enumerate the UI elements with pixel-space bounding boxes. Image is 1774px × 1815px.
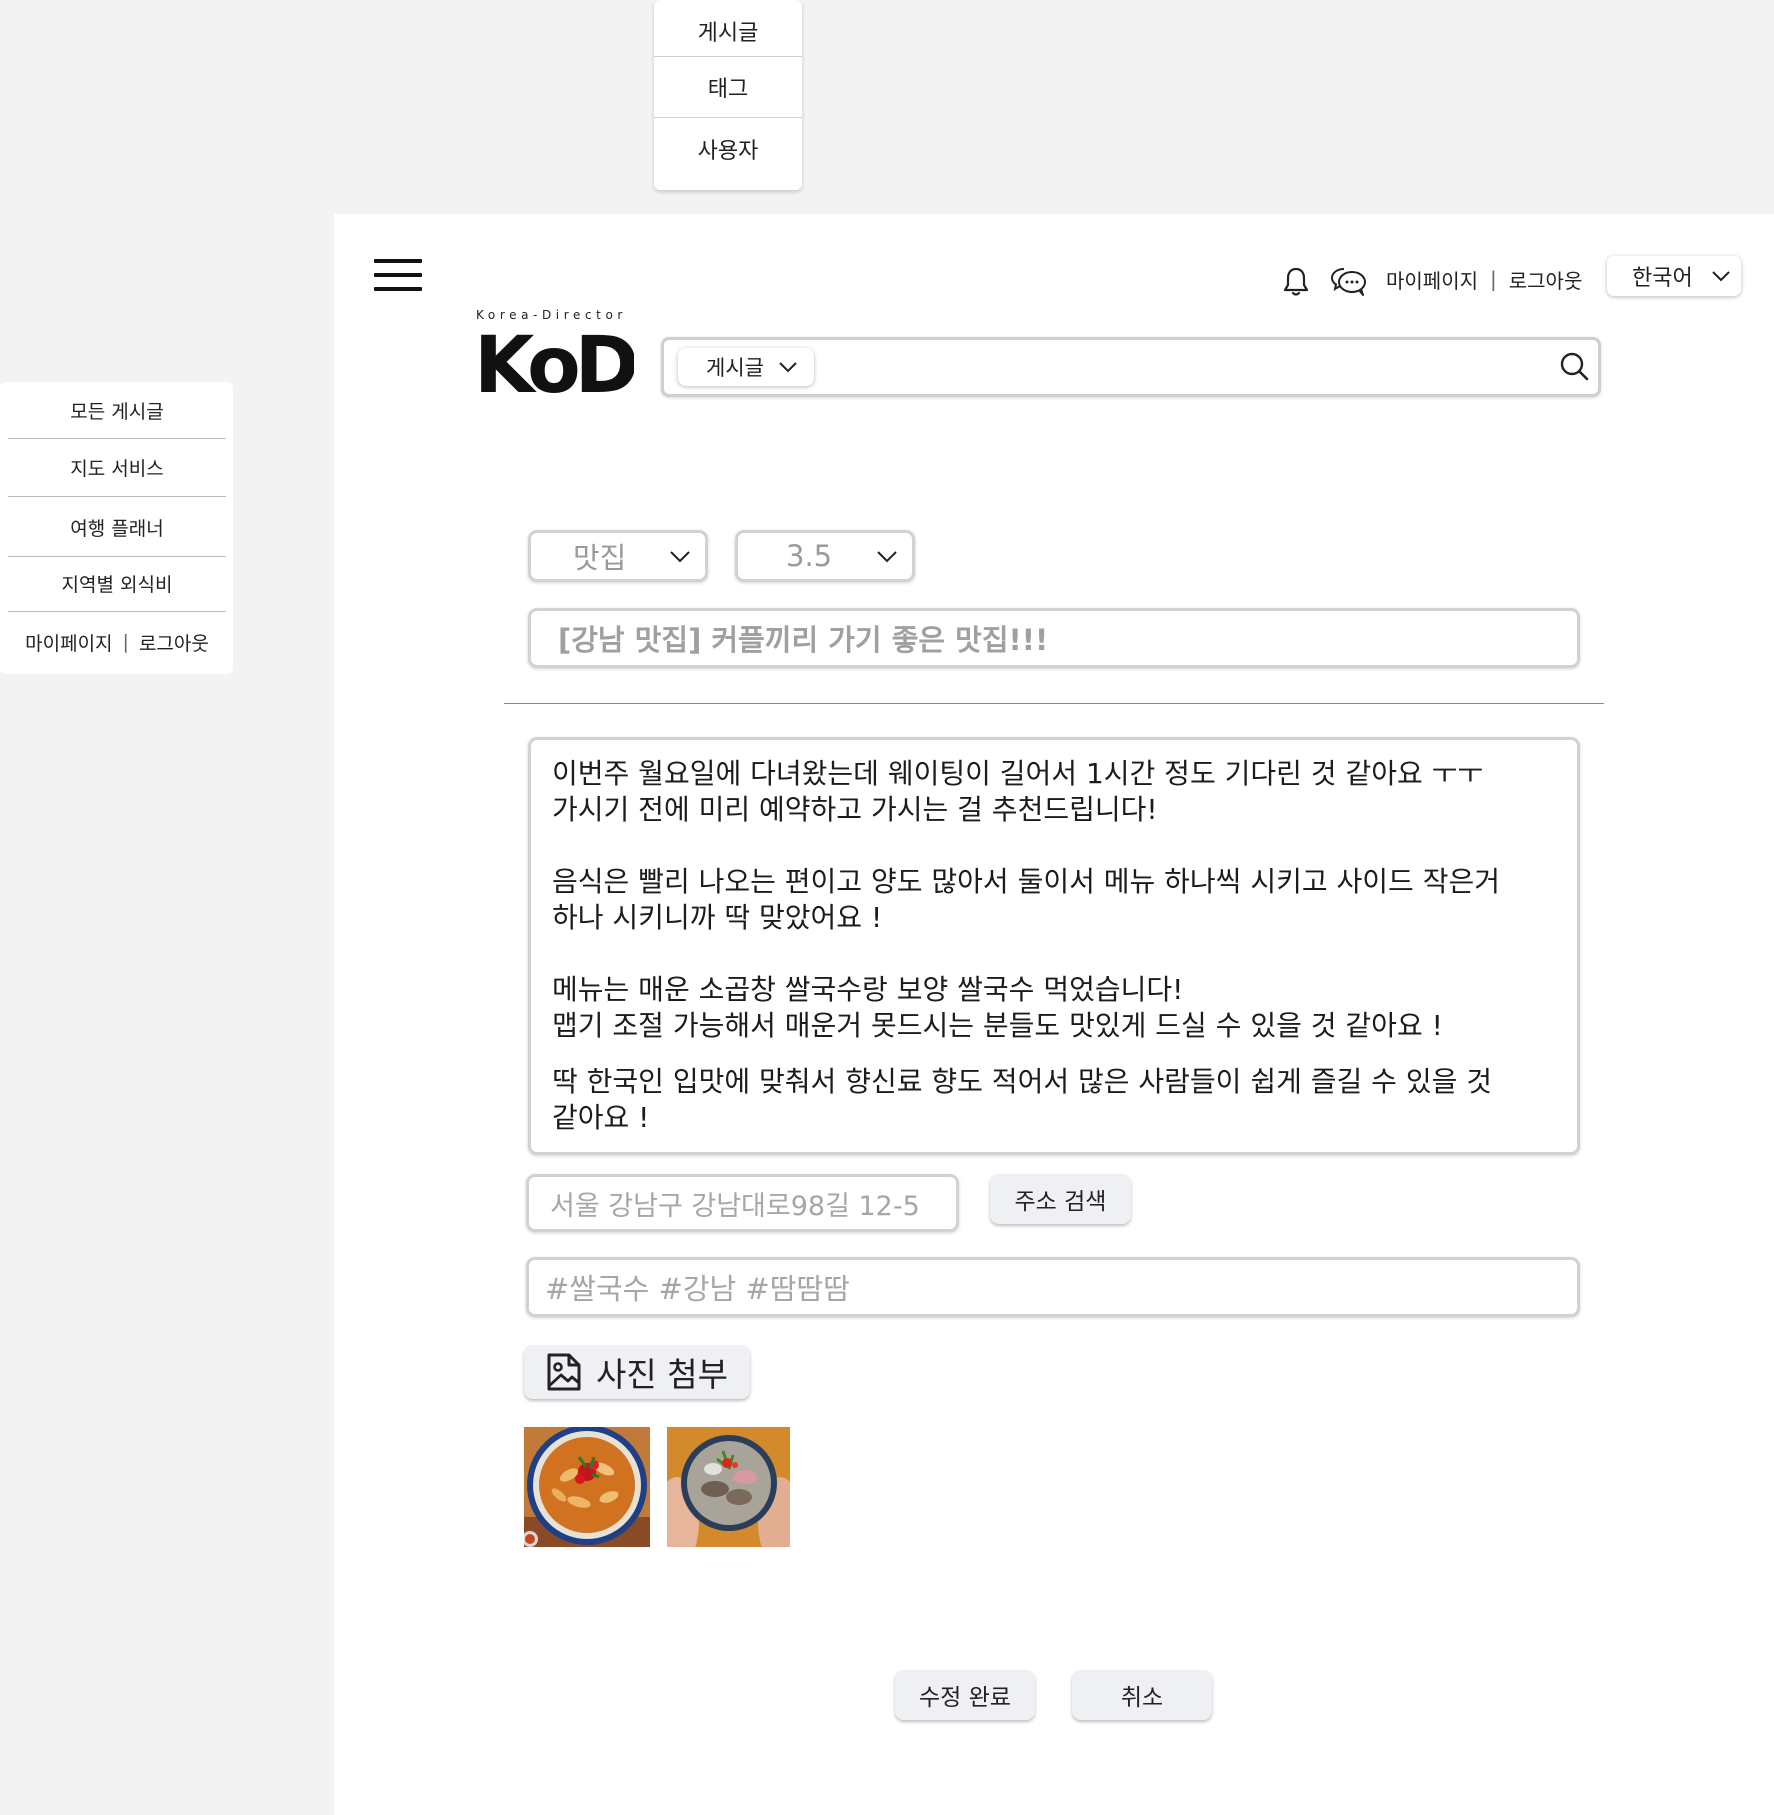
header-separator: |: [1490, 267, 1497, 291]
rating-select[interactable]: 3.5: [735, 530, 915, 582]
save-button[interactable]: 수정 완료: [895, 1670, 1035, 1720]
side-mypage-link[interactable]: 마이페이지: [25, 629, 112, 656]
logo-wordmark: KoDi: [474, 321, 634, 411]
side-menu: 모든 게시글 지도 서비스 여행 플래너 지역별 외식비 마이페이지 | 로그아…: [0, 382, 233, 674]
image-file-icon: [547, 1353, 581, 1391]
side-item-map-service[interactable]: 지도 서비스: [8, 439, 226, 495]
chat-icon[interactable]: [1330, 266, 1368, 298]
spicy-noodle-dish-image: [524, 1427, 650, 1547]
content-line: 같아요 !: [552, 1101, 650, 1134]
logo-text: KoDi: [474, 321, 634, 411]
main-panel: 마이페이지 | 로그아웃 한국어 Korea-Director KoDi 게시글…: [334, 214, 1774, 1815]
category-select-value: 맛집: [573, 541, 627, 575]
form-divider: [504, 703, 1604, 704]
content-line: 딱 한국인 입맛에 맞춰서 향신료 향도 적어서 많은 사람들이 쉽게 즐길 수…: [552, 1065, 1493, 1098]
side-item-travel-planner[interactable]: 여행 플래너: [8, 499, 226, 555]
side-divider: [8, 611, 226, 612]
language-select-value: 한국어: [1632, 266, 1693, 291]
search-bar: 게시글: [661, 337, 1601, 397]
side-divider: [8, 496, 226, 497]
category-select[interactable]: 맛집: [528, 530, 708, 582]
side-separator: |: [122, 631, 129, 653]
beef-noodle-soup-image: [667, 1427, 790, 1547]
rating-select-value: 3.5: [786, 539, 833, 573]
search-input[interactable]: [824, 348, 1524, 386]
chevron-down-icon: [779, 362, 797, 373]
title-input[interactable]: [강남 맛집] 커플끼리 가기 좋은 맛집!!!: [528, 608, 1580, 668]
search-type-option-tags[interactable]: 태그: [654, 57, 802, 118]
side-account-links: 마이페이지 | 로그아웃: [8, 614, 226, 670]
header-mypage-link[interactable]: 마이페이지: [1386, 265, 1478, 294]
photo-thumbnail[interactable]: [667, 1427, 790, 1547]
header-account-links: 마이페이지 | 로그아웃: [1386, 264, 1582, 294]
content-line: 음식은 빨리 나오는 편이고 양도 많아서 둘이서 메뉴 하나씩 시키고 사이드…: [552, 865, 1500, 898]
chevron-down-icon: [877, 550, 897, 562]
content-line: 이번주 월요일에 다녀왔는데 웨이팅이 길어서 1시간 정도 기다린 것 같아요…: [552, 757, 1484, 790]
side-logout-link[interactable]: 로그아웃: [139, 629, 209, 656]
search-type-menu: 게시글 태그 사용자: [654, 0, 802, 190]
search-type-value: 게시글: [706, 356, 764, 380]
content-textarea[interactable]: 이번주 월요일에 다녀왔는데 웨이팅이 길어서 1시간 정도 기다린 것 같아요…: [528, 737, 1580, 1155]
address-input[interactable]: 서울 강남구 강남대로98길 12-5: [526, 1174, 959, 1232]
content-line: 하나 시키니까 딱 맞았어요 !: [552, 901, 883, 934]
kodi-logo[interactable]: Korea-Director KoDi: [474, 308, 634, 428]
attach-photo-button[interactable]: 사진 첨부: [524, 1345, 750, 1399]
chevron-down-icon: [670, 550, 690, 562]
content-line: 메뉴는 매운 소곱창 쌀국수랑 보양 쌀국수 먹었습니다!: [552, 973, 1184, 1006]
header-logout-link[interactable]: 로그아웃: [1509, 265, 1583, 294]
cancel-button[interactable]: 취소: [1072, 1670, 1212, 1720]
language-select[interactable]: 한국어: [1607, 256, 1741, 296]
chevron-down-icon: [1712, 271, 1730, 282]
side-item-regional-dining-cost[interactable]: 지역별 외식비: [8, 555, 226, 611]
tags-input[interactable]: #쌀국수 #강남 #땀땀땀: [526, 1257, 1580, 1317]
side-item-all-posts[interactable]: 모든 게시글: [8, 382, 226, 438]
content-line: 가시기 전에 미리 예약하고 가시는 걸 추천드립니다!: [552, 793, 1158, 826]
attach-photo-label: 사진 첨부: [596, 1355, 728, 1394]
search-type-option-posts[interactable]: 게시글: [654, 0, 802, 57]
content-line: 맵기 조절 가능해서 매운거 못드시는 분들도 맛있게 드실 수 있을 것 같아…: [552, 1009, 1443, 1042]
search-type-select[interactable]: 게시글: [678, 348, 814, 386]
bell-icon[interactable]: [1281, 266, 1311, 298]
search-icon[interactable]: [1559, 351, 1589, 381]
search-type-option-users[interactable]: 사용자: [654, 118, 802, 179]
photo-thumbnail[interactable]: [524, 1427, 650, 1547]
hamburger-menu-icon[interactable]: [374, 259, 422, 293]
address-search-button[interactable]: 주소 검색: [990, 1174, 1131, 1224]
